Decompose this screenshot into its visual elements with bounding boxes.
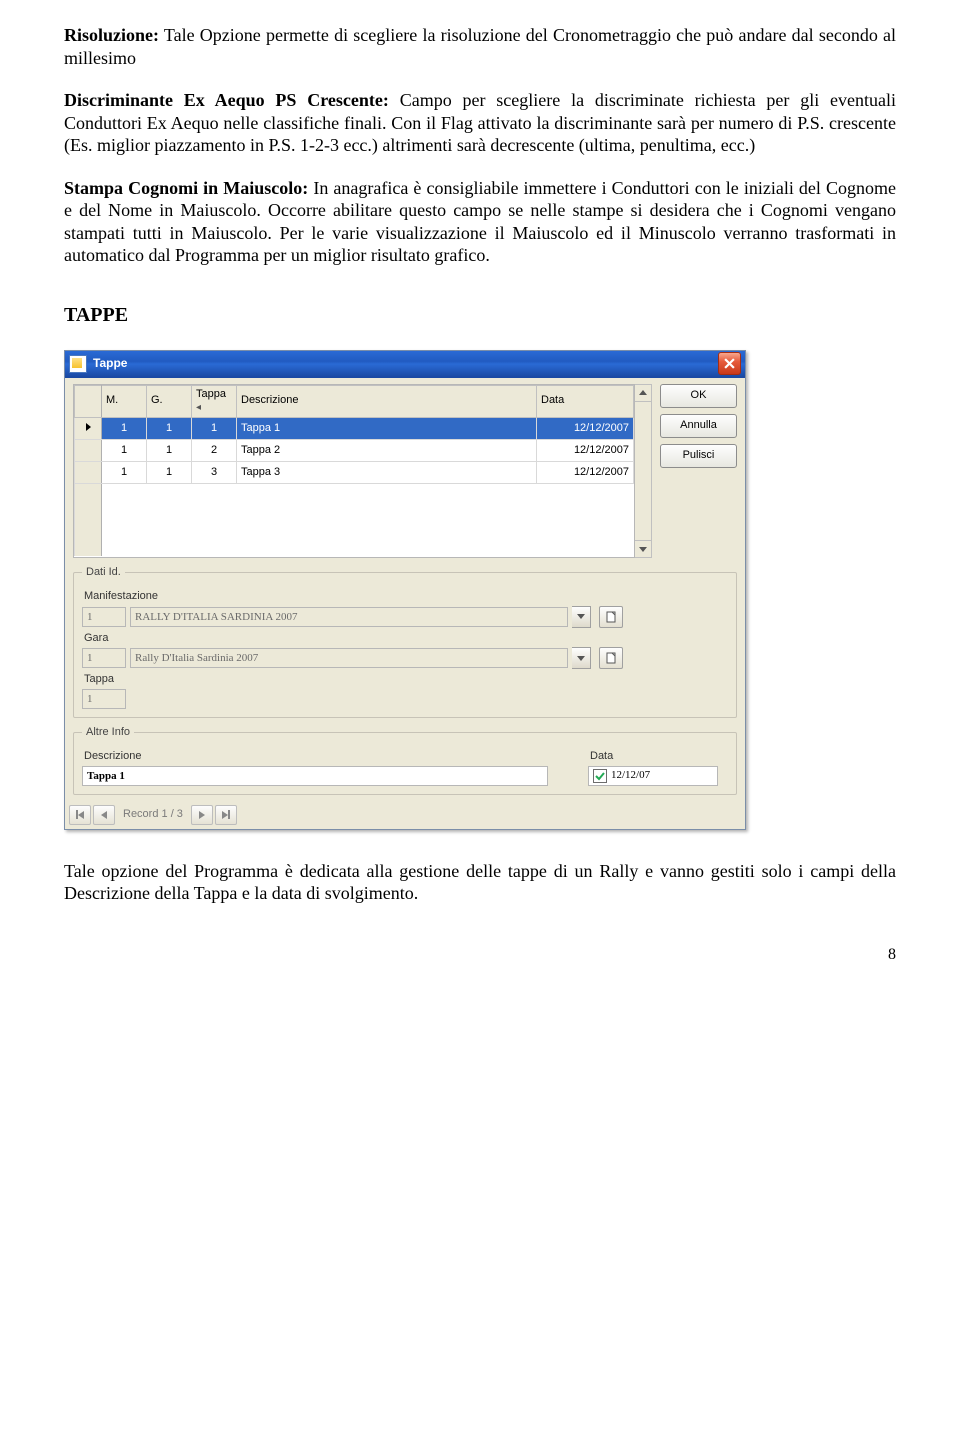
label-discriminante: Discriminante Ex Aequo PS Crescente: xyxy=(64,90,389,110)
label-manifestazione: Manifestazione xyxy=(84,590,728,604)
nav-last-button[interactable] xyxy=(215,805,237,825)
ok-button[interactable]: OK xyxy=(660,384,737,408)
scroll-down-button[interactable] xyxy=(635,540,651,557)
app-icon xyxy=(69,355,87,373)
annulla-button[interactable]: Annulla xyxy=(660,414,737,438)
gara-new-button[interactable] xyxy=(599,647,623,669)
tappa-id-field xyxy=(82,689,126,709)
next-icon xyxy=(199,811,205,819)
check-icon xyxy=(595,771,605,781)
record-position: Record 1 / 3 xyxy=(123,808,183,822)
chevron-down-icon xyxy=(577,656,585,661)
manifestazione-name-field xyxy=(130,607,568,627)
manifestazione-dropdown[interactable] xyxy=(572,606,591,628)
close-icon xyxy=(724,358,735,369)
data-checkbox[interactable] xyxy=(593,769,607,783)
nav-next-button[interactable] xyxy=(191,805,213,825)
nav-prev-button[interactable] xyxy=(93,805,115,825)
table-row[interactable]: 1 1 2 Tappa 2 12/12/2007 xyxy=(75,440,634,462)
paragraph-risoluzione: Risoluzione: Tale Opzione permette di sc… xyxy=(64,24,896,69)
col-tappa[interactable]: Tappa xyxy=(192,385,237,418)
gara-dropdown[interactable] xyxy=(572,647,591,669)
first-icon xyxy=(78,811,84,819)
row-indicator-icon xyxy=(86,423,91,431)
label-tappa: Tappa xyxy=(84,673,728,687)
fieldset-altre-info: Altre Info Descrizione Data 12/12/07 xyxy=(73,726,737,795)
fieldset-dati-id: Dati Id. Manifestazione Gara Tappa xyxy=(73,566,737,718)
legend-dati-id: Dati Id. xyxy=(82,566,125,580)
manifestazione-new-button[interactable] xyxy=(599,606,623,628)
grid-scrollbar[interactable] xyxy=(635,384,652,559)
window-title: Tappe xyxy=(93,356,718,371)
paragraph-tappe-desc: Tale opzione del Programma è dedicata al… xyxy=(64,860,896,905)
prev-icon xyxy=(101,811,107,819)
gara-name-field xyxy=(130,648,568,668)
data-value[interactable]: 12/12/07 xyxy=(611,769,650,783)
chevron-down-icon xyxy=(577,614,585,619)
table-row[interactable]: 1 1 3 Tappa 3 12/12/2007 xyxy=(75,462,634,484)
chevron-up-icon xyxy=(639,390,647,395)
titlebar[interactable]: Tappe xyxy=(65,351,745,378)
paragraph-stampa-cognomi: Stampa Cognomi in Maiuscolo: In anagrafi… xyxy=(64,177,896,267)
label-risoluzione: Risoluzione: xyxy=(64,25,159,45)
legend-altre-info: Altre Info xyxy=(82,726,134,740)
col-data[interactable]: Data xyxy=(537,385,634,418)
nav-first-button[interactable] xyxy=(69,805,91,825)
document-icon xyxy=(605,611,617,623)
window-tappe: Tappe M. G. Tappa Descrizione Data xyxy=(64,350,746,830)
paragraph-discriminante: Discriminante Ex Aequo PS Crescente: Cam… xyxy=(64,89,896,157)
label-gara: Gara xyxy=(84,632,728,646)
heading-tappe: TAPPE xyxy=(64,303,896,328)
page-number: 8 xyxy=(64,945,896,965)
manifestazione-id-field xyxy=(82,607,126,627)
record-navigator: Record 1 / 3 xyxy=(65,803,745,829)
close-button[interactable] xyxy=(718,352,741,375)
pulisci-button[interactable]: Pulisci xyxy=(660,444,737,468)
scroll-up-button[interactable] xyxy=(635,385,651,402)
col-m[interactable]: M. xyxy=(102,385,147,418)
label-data: Data xyxy=(590,750,728,764)
document-icon xyxy=(605,652,617,664)
chevron-down-icon xyxy=(639,547,647,552)
tappe-grid[interactable]: M. G. Tappa Descrizione Data 1 1 1 Tappa… xyxy=(73,384,635,559)
col-descrizione[interactable]: Descrizione xyxy=(237,385,537,418)
label-descrizione: Descrizione xyxy=(84,750,548,764)
grid-header-row: M. G. Tappa Descrizione Data xyxy=(75,385,634,418)
table-row[interactable]: 1 1 1 Tappa 1 12/12/2007 xyxy=(75,418,634,440)
label-stampa-cognomi: Stampa Cognomi in Maiuscolo: xyxy=(64,178,308,198)
col-g[interactable]: G. xyxy=(147,385,192,418)
descrizione-input[interactable] xyxy=(82,766,548,786)
gara-id-field xyxy=(82,648,126,668)
